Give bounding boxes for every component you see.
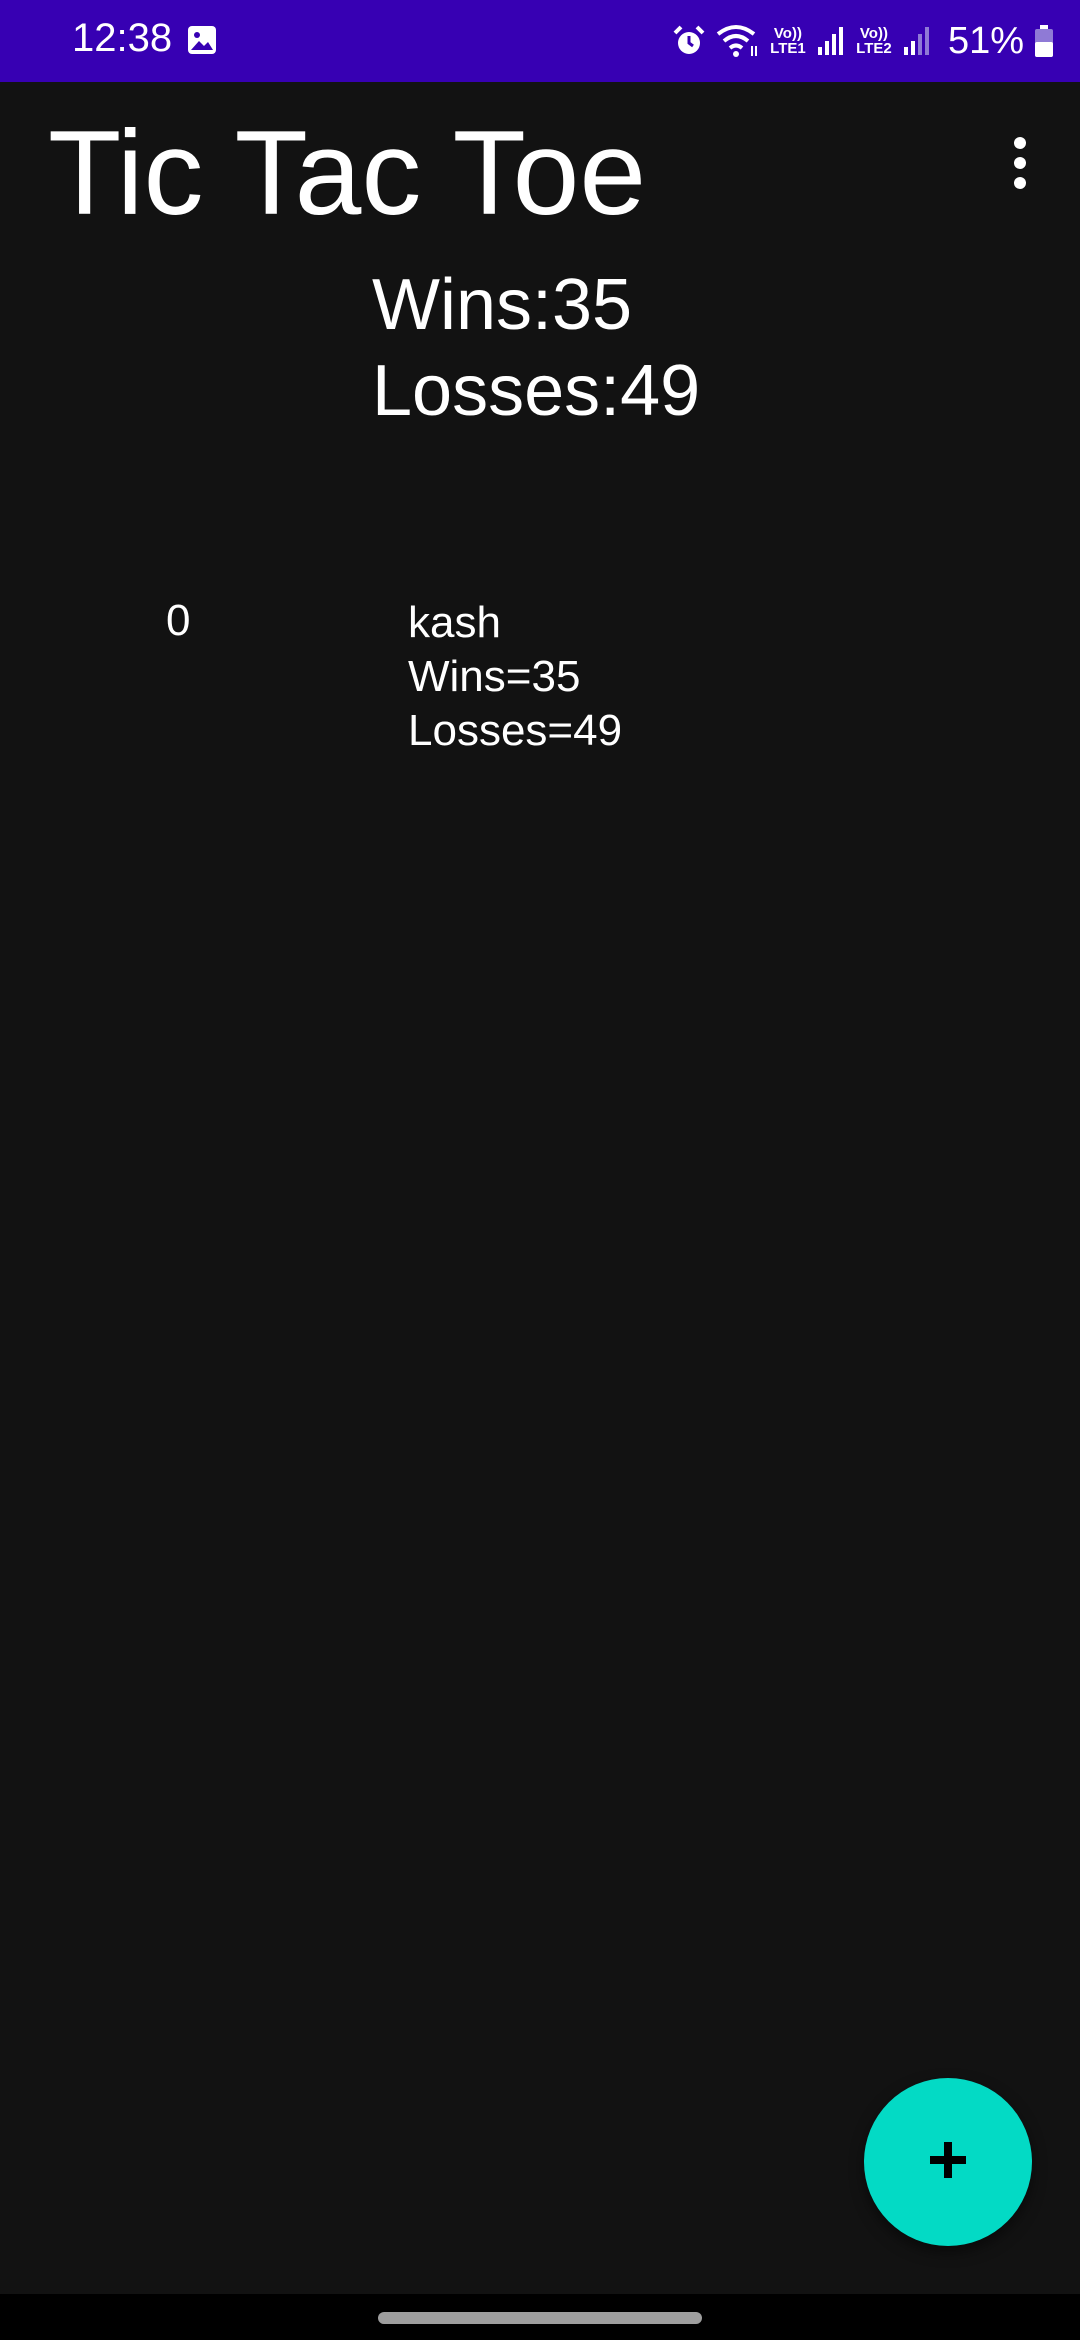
sim2-label: Vo)) LTE2 bbox=[856, 25, 892, 57]
home-gesture-handle[interactable] bbox=[378, 2312, 702, 2324]
more-options-button[interactable] bbox=[990, 128, 1050, 198]
score-summary: Wins:35 Losses:49 bbox=[372, 262, 700, 434]
player-losses: Losses=49 bbox=[408, 706, 623, 755]
plus-icon bbox=[926, 2138, 970, 2187]
alarm-icon bbox=[672, 24, 706, 58]
player-info: kash Wins=35 Losses=49 bbox=[408, 596, 622, 758]
player-wins: Wins=35 bbox=[408, 652, 581, 701]
app-title: Tic Tac Toe bbox=[48, 106, 647, 240]
wifi-icon bbox=[716, 24, 760, 58]
status-time: 12:38 bbox=[72, 16, 173, 60]
summary-losses: Losses:49 bbox=[372, 351, 701, 431]
status-bar: 12:38 Vo)) LTE1 Vo)) LTE2 51% bbox=[0, 0, 1080, 82]
player-index: 0 bbox=[166, 596, 191, 645]
signal-icon bbox=[816, 25, 846, 57]
more-vert-icon bbox=[1014, 137, 1026, 149]
player-name: kash bbox=[408, 598, 501, 647]
sim1-label: Vo)) LTE1 bbox=[770, 25, 806, 57]
signal-icon bbox=[902, 25, 932, 57]
more-vert-icon-dot bbox=[1014, 157, 1026, 169]
add-button[interactable] bbox=[864, 2078, 1032, 2246]
list-item[interactable]: 0 kash Wins=35 Losses=49 bbox=[0, 592, 1080, 762]
gallery-icon bbox=[186, 24, 218, 56]
summary-wins: Wins:35 bbox=[372, 265, 633, 345]
battery-icon bbox=[1034, 24, 1054, 58]
more-vert-icon-dot bbox=[1014, 177, 1026, 189]
battery-percent: 51% bbox=[947, 19, 1024, 62]
status-icons: Vo)) LTE1 Vo)) LTE2 51% bbox=[672, 14, 1054, 68]
